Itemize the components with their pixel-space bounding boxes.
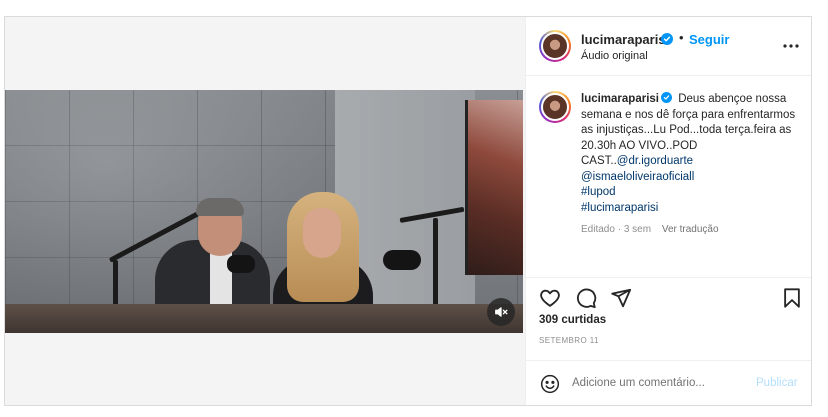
man-headphones: [227, 255, 255, 273]
caption-text: lucimaraparisi Deus abençoe nossa semana…: [581, 92, 803, 216]
hashtag-link[interactable]: #lucimaraparisi: [581, 202, 658, 214]
paper-plane-icon[interactable]: [610, 287, 632, 309]
edited-label: Editado: [581, 224, 615, 235]
man-hair: [196, 198, 244, 216]
verified-badge-icon: [661, 33, 673, 45]
woman-face: [303, 208, 341, 258]
post-header: lucimaraparisi • Seguir Áudio original: [526, 17, 811, 76]
more-options-icon[interactable]: [782, 37, 800, 55]
follow-button[interactable]: Seguir: [689, 32, 729, 47]
time-ago[interactable]: 3 sem: [624, 224, 651, 235]
audio-link[interactable]: Áudio original: [581, 50, 648, 62]
separator-dot: •: [679, 30, 684, 45]
see-translation-button[interactable]: Ver tradução: [662, 224, 719, 235]
emoji-smile-icon[interactable]: [540, 374, 560, 394]
instagram-post: lucimaraparisi • Seguir Áudio original l…: [4, 16, 812, 406]
caption-avatar[interactable]: [539, 91, 571, 123]
caption-username[interactable]: lucimaraparisi: [581, 93, 659, 105]
avatar-photo: [541, 93, 569, 121]
mention-link[interactable]: @dr.igorduarte: [617, 155, 693, 167]
mic-arm-right-upright: [433, 218, 438, 308]
media-pane: [5, 17, 525, 405]
username-link[interactable]: lucimaraparisi: [581, 32, 669, 47]
studio-table: [5, 304, 523, 333]
comment-input[interactable]: [572, 372, 742, 394]
like-count[interactable]: 309 curtidas: [539, 314, 606, 326]
hashtag-link[interactable]: #lupod: [581, 186, 616, 198]
publish-button[interactable]: Publicar: [756, 377, 798, 389]
post-details-pane: lucimaraparisi • Seguir Áudio original l…: [525, 17, 811, 405]
studio-screen: [465, 100, 523, 275]
mute-toggle-button[interactable]: [487, 298, 515, 326]
bookmark-icon[interactable]: [781, 287, 803, 309]
action-bar: [526, 277, 811, 318]
microphone-right: [383, 250, 421, 270]
heart-icon[interactable]: [539, 287, 561, 309]
mention-link[interactable]: @ismaeloliveiraoficiall: [581, 171, 694, 183]
verified-badge-icon: [660, 92, 672, 103]
comment-bubble-icon[interactable]: [575, 287, 597, 309]
comment-composer: Publicar: [526, 360, 811, 406]
caption-meta: Editado · 3 sem Ver tradução: [581, 224, 719, 235]
avatar-photo: [541, 32, 569, 60]
muted-speaker-icon: [495, 307, 508, 317]
video-player[interactable]: [5, 90, 523, 333]
avatar[interactable]: [539, 30, 571, 62]
post-date[interactable]: SETEMBRO 11: [539, 336, 599, 345]
caption-section: lucimaraparisi Deus abençoe nossa semana…: [526, 76, 811, 252]
